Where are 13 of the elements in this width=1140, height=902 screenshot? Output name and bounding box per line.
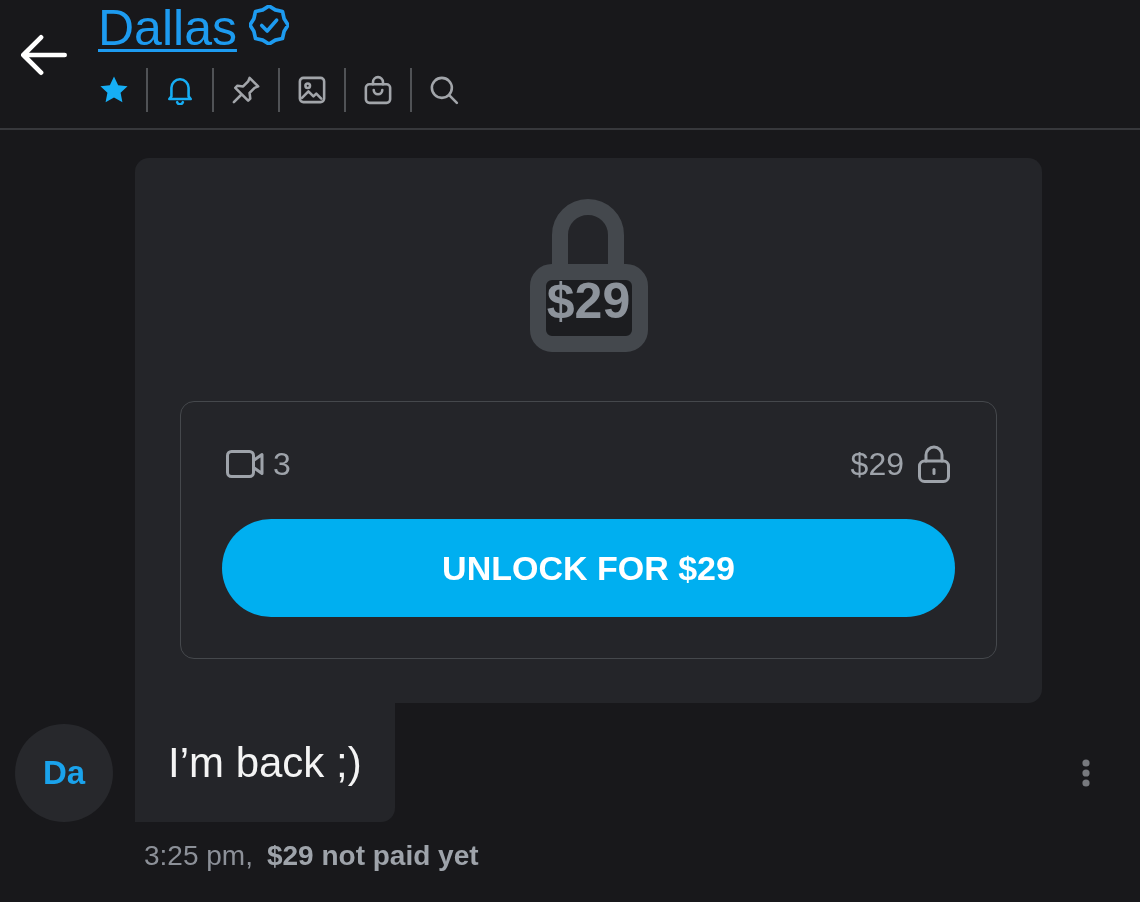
vertical-dots-icon (1082, 759, 1090, 787)
padlock-icon (918, 445, 950, 483)
padlock-icon (529, 198, 648, 352)
avatar: Da (15, 724, 113, 822)
message-bubble: I’m back ;) (135, 703, 395, 822)
video-count: 3 (273, 446, 291, 482)
locked-price: $29 (546, 273, 631, 329)
profile-name-link[interactable]: Dallas (98, 2, 237, 54)
message-time: 3:25 pm, (144, 840, 253, 872)
payment-status: $29 not paid yet (266, 840, 479, 872)
price-label: $29 (850, 446, 904, 482)
video-camera-icon (226, 450, 264, 478)
back-arrow-icon (21, 32, 67, 78)
